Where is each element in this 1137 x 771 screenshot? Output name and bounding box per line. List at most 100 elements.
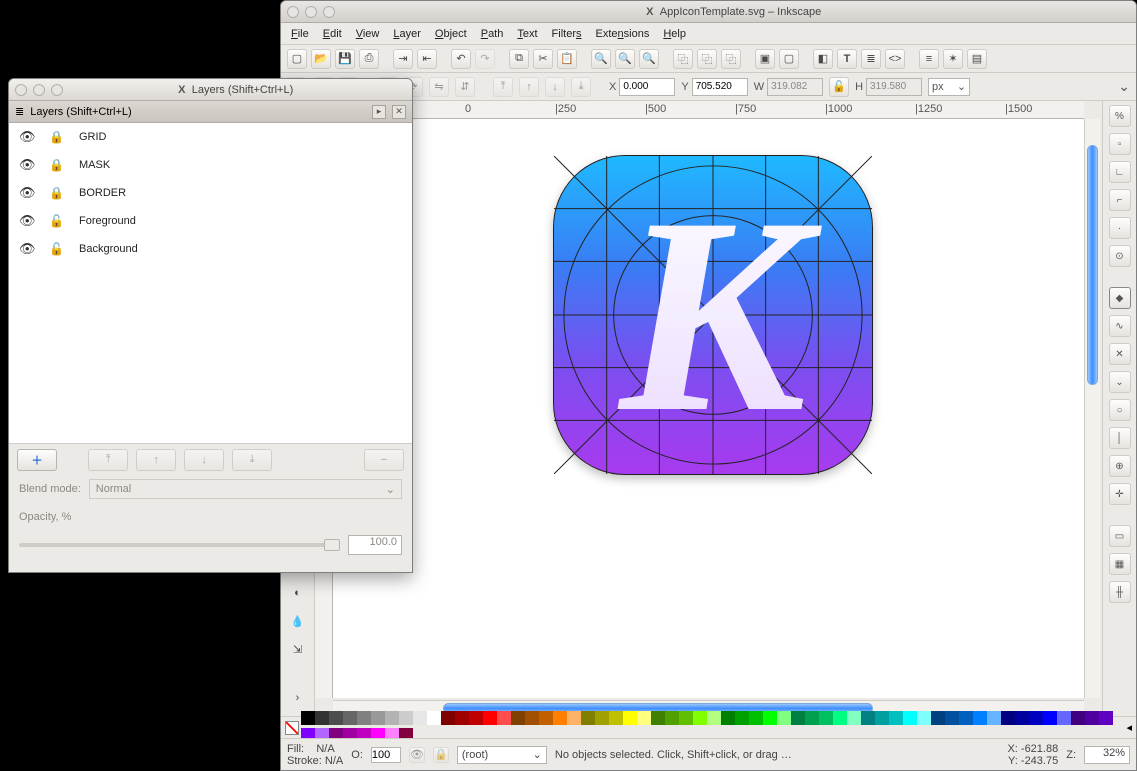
snap-cusp[interactable]: ⌄ bbox=[1109, 371, 1131, 393]
layer-list[interactable]: 👁🔒GRID👁🔒MASK👁🔒BORDER👁🔓Foreground👁🔓Backgr… bbox=[9, 123, 412, 443]
snap-guide[interactable]: ╫ bbox=[1109, 581, 1131, 603]
color-swatch[interactable] bbox=[329, 711, 343, 725]
cut-button[interactable]: ✂ bbox=[533, 49, 553, 69]
color-swatch[interactable] bbox=[399, 711, 413, 725]
color-swatch[interactable] bbox=[1043, 711, 1057, 725]
x-input[interactable] bbox=[619, 78, 675, 96]
color-swatch[interactable] bbox=[763, 711, 777, 725]
lock-icon[interactable]: 🔒 bbox=[49, 186, 65, 200]
layer-opacity-slider[interactable] bbox=[19, 543, 340, 547]
menu-filters[interactable]: Filters bbox=[552, 28, 582, 40]
main-titlebar[interactable]: XAppIconTemplate.svg – Inkscape bbox=[281, 1, 1136, 23]
color-swatch[interactable] bbox=[805, 711, 819, 725]
color-swatch[interactable] bbox=[903, 711, 917, 725]
snap-grid[interactable]: ▦ bbox=[1109, 553, 1131, 575]
scrollbar-thumb-v[interactable] bbox=[1087, 145, 1098, 385]
color-swatch[interactable] bbox=[301, 711, 315, 725]
zoom-button[interactable] bbox=[51, 84, 63, 96]
color-swatch[interactable] bbox=[539, 711, 553, 725]
color-swatch[interactable] bbox=[1015, 711, 1029, 725]
color-swatch[interactable] bbox=[343, 711, 357, 725]
prefs-button[interactable]: ✶ bbox=[943, 49, 963, 69]
flip-h-button[interactable]: ⇋ bbox=[429, 77, 449, 97]
close-button[interactable] bbox=[287, 6, 299, 18]
color-swatch[interactable] bbox=[525, 711, 539, 725]
canvas[interactable]: K bbox=[333, 119, 1084, 698]
docprops-button[interactable]: ▤ bbox=[967, 49, 987, 69]
paste-button[interactable]: 📋 bbox=[557, 49, 577, 69]
redo-button[interactable]: ↷ bbox=[475, 49, 495, 69]
color-swatch[interactable] bbox=[665, 711, 679, 725]
align-button[interactable]: ≡ bbox=[919, 49, 939, 69]
copy-button[interactable]: ⧉ bbox=[509, 49, 529, 69]
lower-bottom-button[interactable]: ⤓ bbox=[571, 77, 591, 97]
fill-stroke-button[interactable]: ◧ bbox=[813, 49, 833, 69]
snap-intersection[interactable]: ✕ bbox=[1109, 343, 1131, 365]
layer-row[interactable]: 👁🔒GRID bbox=[9, 123, 412, 151]
layer-lock-toggle[interactable]: 🔒 bbox=[433, 747, 449, 763]
layer-name[interactable]: MASK bbox=[79, 159, 110, 171]
layer-up-button[interactable]: ↑ bbox=[136, 449, 176, 471]
color-swatch[interactable] bbox=[553, 711, 567, 725]
minimize-button[interactable] bbox=[33, 84, 45, 96]
palette-menu-chevron[interactable]: ◂ bbox=[1126, 721, 1132, 734]
color-swatch[interactable] bbox=[1001, 711, 1015, 725]
visibility-icon[interactable]: 👁 bbox=[19, 241, 35, 257]
menu-edit[interactable]: Edit bbox=[323, 28, 342, 40]
new-doc-button[interactable]: ▢ bbox=[287, 49, 307, 69]
connector-tool[interactable]: ⇲ bbox=[286, 637, 310, 661]
snap-edge[interactable]: ∟ bbox=[1109, 161, 1131, 183]
layer-top-button[interactable]: ⤒ bbox=[88, 449, 128, 471]
color-swatch[interactable] bbox=[889, 711, 903, 725]
color-swatch[interactable] bbox=[1071, 711, 1085, 725]
color-swatch[interactable] bbox=[833, 711, 847, 725]
layers-button[interactable]: ≣ bbox=[861, 49, 881, 69]
color-swatch[interactable] bbox=[987, 711, 1001, 725]
raise-button[interactable]: ↑ bbox=[519, 77, 539, 97]
snap-corner[interactable]: ⌐ bbox=[1109, 189, 1131, 211]
current-layer-select[interactable]: (root)⌄ bbox=[457, 746, 547, 764]
color-swatch[interactable] bbox=[511, 711, 525, 725]
color-swatch[interactable] bbox=[315, 711, 329, 725]
snap-path[interactable]: ∿ bbox=[1109, 315, 1131, 337]
ruler-horizontal[interactable]: |-250 0 |250 |500 |750 |1000 |1250 |1500 bbox=[315, 101, 1084, 119]
color-swatch[interactable] bbox=[413, 711, 427, 725]
visibility-icon[interactable]: 👁 bbox=[19, 157, 35, 173]
toolbar-overflow-chevron[interactable]: ⌄ bbox=[1118, 78, 1130, 95]
color-swatch[interactable] bbox=[595, 711, 609, 725]
color-swatch[interactable] bbox=[455, 711, 469, 725]
menu-text[interactable]: Text bbox=[517, 28, 537, 40]
print-button[interactable]: ⎙ bbox=[359, 49, 379, 69]
color-swatch[interactable] bbox=[371, 711, 385, 725]
color-swatch[interactable] bbox=[1057, 711, 1071, 725]
delete-layer-button[interactable]: − bbox=[364, 449, 404, 471]
layer-row[interactable]: 👁🔓Background bbox=[9, 235, 412, 263]
toolbox-overflow[interactable]: › bbox=[286, 686, 310, 710]
color-swatch[interactable] bbox=[819, 711, 833, 725]
color-swatch[interactable] bbox=[931, 711, 945, 725]
minimize-button[interactable] bbox=[305, 6, 317, 18]
snap-smooth[interactable]: ○ bbox=[1109, 399, 1131, 421]
layer-row[interactable]: 👁🔒MASK bbox=[9, 151, 412, 179]
layer-row[interactable]: 👁 🔒 BORDER bbox=[9, 179, 412, 207]
unlink-button[interactable]: ⿻ bbox=[721, 49, 741, 69]
menu-help[interactable]: Help bbox=[663, 28, 686, 40]
color-swatch[interactable] bbox=[483, 711, 497, 725]
open-button[interactable]: 📂 bbox=[311, 49, 331, 69]
lock-ratio-button[interactable]: 🔓 bbox=[829, 77, 849, 97]
layer-name[interactable]: GRID bbox=[79, 131, 107, 143]
color-swatch[interactable] bbox=[581, 711, 595, 725]
save-button[interactable]: 💾 bbox=[335, 49, 355, 69]
layer-name[interactable]: Foreground bbox=[79, 215, 136, 227]
undo-button[interactable]: ↶ bbox=[451, 49, 471, 69]
snap-object-center[interactable]: ⊕ bbox=[1109, 455, 1131, 477]
visibility-icon[interactable]: 👁 bbox=[19, 185, 35, 201]
color-swatch[interactable] bbox=[791, 711, 805, 725]
color-swatch[interactable] bbox=[651, 711, 665, 725]
layer-bottom-button[interactable]: ⤓ bbox=[232, 449, 272, 471]
w-input[interactable] bbox=[767, 78, 823, 96]
unit-select[interactable]: px⌄ bbox=[928, 78, 970, 96]
layer-opacity-value[interactable]: 100.0 bbox=[348, 535, 402, 555]
layer-name[interactable]: BORDER bbox=[79, 187, 126, 199]
layer-visibility-toggle[interactable]: 👁 bbox=[409, 747, 425, 763]
